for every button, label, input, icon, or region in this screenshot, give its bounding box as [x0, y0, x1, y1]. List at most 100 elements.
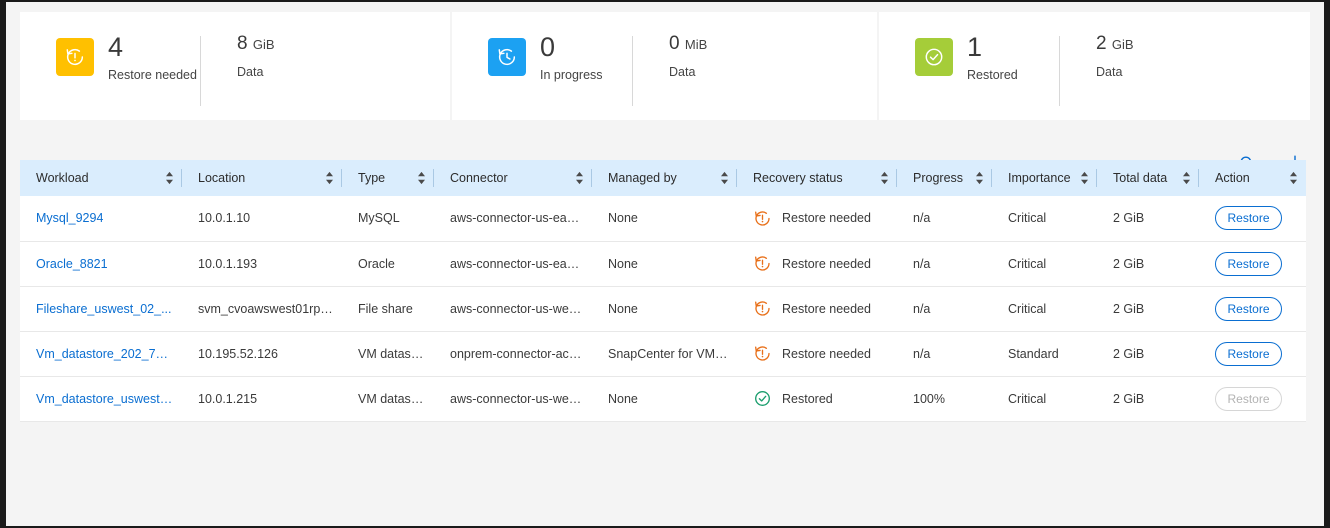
column-header-recovery-status[interactable]: Recovery status: [737, 160, 897, 196]
card-data-value: 2: [1096, 33, 1107, 54]
column-label: Progress: [913, 171, 963, 185]
column-header-managed-by[interactable]: Managed by: [592, 160, 737, 196]
recovery-status-text: Restored: [782, 392, 833, 406]
summary-card-in-progress: 0 In progress 0 MiB Data: [452, 12, 877, 120]
table-body: Mysql_929410.0.1.10MySQLaws-connector-us…: [20, 196, 1306, 421]
column-header-workload[interactable]: Workload: [20, 160, 182, 196]
column-header-total-data[interactable]: Total data: [1097, 160, 1199, 196]
cell-importance: Critical: [992, 286, 1097, 331]
card-count: 1: [967, 34, 1018, 61]
cell-connector: aws-connector-us-west-1-...: [434, 286, 592, 331]
restore-button[interactable]: Restore: [1215, 342, 1282, 366]
cell-managed-by: None: [592, 241, 737, 286]
sort-icon[interactable]: [1080, 171, 1089, 185]
recovery-status-text: Restore needed: [782, 347, 871, 361]
column-header-action[interactable]: Action: [1199, 160, 1306, 196]
card-primary-stat: 0 In progress: [452, 34, 632, 82]
cell-managed-by: None: [592, 196, 737, 241]
sort-icon[interactable]: [720, 171, 729, 185]
restore-needed-icon: [56, 38, 94, 76]
sort-icon[interactable]: [165, 171, 174, 185]
cell-connector: aws-connector-us-west-1-...: [434, 376, 592, 421]
column-label: Recovery status: [753, 171, 843, 185]
sort-icon[interactable]: [575, 171, 584, 185]
workload-link[interactable]: Fileshare_uswest_02_...: [36, 302, 172, 316]
card-count-label: Restore needed: [108, 68, 197, 82]
summary-card-restored: 1 Restored 2 GiB Data: [879, 12, 1310, 120]
cell-total-data: 2 GiB: [1097, 196, 1199, 241]
sort-icon[interactable]: [1182, 171, 1191, 185]
restore-button[interactable]: Restore: [1215, 206, 1282, 230]
cell-workload: Vm_datastore_202_735...: [20, 331, 182, 376]
restore-needed-icon: [753, 344, 772, 363]
cell-recovery-status: Restore needed: [737, 196, 897, 241]
table-row: Vm_datastore_uswest_...10.0.1.215VM data…: [20, 376, 1306, 421]
cell-progress: 100%: [897, 376, 992, 421]
column-header-type[interactable]: Type: [342, 160, 434, 196]
sort-icon[interactable]: [1289, 171, 1298, 185]
restore-needed-icon: [753, 299, 772, 318]
table-header: Workload Location Type Connector Managed…: [20, 160, 1306, 196]
restore-button[interactable]: Restore: [1215, 252, 1282, 276]
workload-link[interactable]: Oracle_8821: [36, 257, 108, 271]
cell-location: 10.0.1.10: [182, 196, 342, 241]
sort-icon[interactable]: [975, 171, 984, 185]
restored-icon: [915, 38, 953, 76]
card-count: 0: [540, 34, 603, 61]
card-data-stat: 2 GiB Data: [1060, 34, 1134, 79]
cell-recovery-status: Restore needed: [737, 286, 897, 331]
restore-dashboard-page: 4 Restore needed 8 GiB Data: [0, 0, 1330, 528]
summary-cards: 4 Restore needed 8 GiB Data: [6, 2, 1324, 125]
table-header-row: Workload Location Type Connector Managed…: [20, 160, 1306, 196]
sort-icon[interactable]: [417, 171, 426, 185]
sort-icon[interactable]: [880, 171, 889, 185]
cell-progress: n/a: [897, 241, 992, 286]
cell-type: VM datastore: [342, 376, 434, 421]
card-count-label: Restored: [967, 68, 1018, 82]
card-primary-stat: 4 Restore needed: [20, 34, 200, 82]
column-header-location[interactable]: Location: [182, 160, 342, 196]
card-data-value: 0: [669, 33, 680, 54]
table-row: Vm_datastore_202_735... 10.195.52.126VM d…: [20, 331, 1306, 376]
cell-total-data: 2 GiB: [1097, 241, 1199, 286]
cell-type: MySQL: [342, 196, 434, 241]
card-count: 4: [108, 34, 197, 61]
restore-button[interactable]: Restore: [1215, 297, 1282, 321]
cell-importance: Critical: [992, 376, 1097, 421]
cell-importance: Standard: [992, 331, 1097, 376]
cell-action: Restore: [1199, 286, 1306, 331]
workload-link[interactable]: Vm_datastore_uswest_...: [36, 392, 174, 406]
cell-total-data: 2 GiB: [1097, 286, 1199, 331]
column-label: Type: [358, 171, 385, 185]
cell-importance: Critical: [992, 241, 1097, 286]
card-data-stat: 0 MiB Data: [633, 34, 707, 79]
workload-link[interactable]: Vm_datastore_202_735...: [36, 347, 174, 361]
cell-location: 10.195.52.126: [182, 331, 342, 376]
card-data-stat: 8 GiB Data: [201, 34, 275, 79]
cell-total-data: 2 GiB: [1097, 331, 1199, 376]
cell-connector: aws-connector-us-east-1-...: [434, 241, 592, 286]
cell-action: Restore: [1199, 376, 1306, 421]
cell-total-data: 2 GiB: [1097, 376, 1199, 421]
sort-icon[interactable]: [325, 171, 334, 185]
cell-type: VM datastore: [342, 331, 434, 376]
column-header-importance[interactable]: Importance: [992, 160, 1097, 196]
in-progress-icon: [488, 38, 526, 76]
cell-importance: Critical: [992, 196, 1097, 241]
cell-connector: aws-connector-us-east-1-...: [434, 196, 592, 241]
cell-workload: Vm_datastore_uswest_...: [20, 376, 182, 421]
column-header-progress[interactable]: Progress: [897, 160, 992, 196]
workloads-table: Workload Location Type Connector Managed…: [20, 160, 1306, 422]
cell-managed-by: None: [592, 286, 737, 331]
workloads-section: Workloads (5): [6, 160, 1324, 422]
column-header-connector[interactable]: Connector: [434, 160, 592, 196]
card-primary-stat: 1 Restored: [879, 34, 1059, 82]
column-label: Action: [1215, 171, 1250, 185]
cell-recovery-status: Restored: [737, 376, 897, 421]
column-label: Managed by: [608, 171, 677, 185]
table-row: Fileshare_uswest_02_...svm_cvoawswest01r…: [20, 286, 1306, 331]
card-data-label: Data: [1096, 65, 1134, 79]
cell-workload: Mysql_9294: [20, 196, 182, 241]
workload-link[interactable]: Mysql_9294: [36, 211, 103, 225]
cell-location: 10.0.1.193: [182, 241, 342, 286]
